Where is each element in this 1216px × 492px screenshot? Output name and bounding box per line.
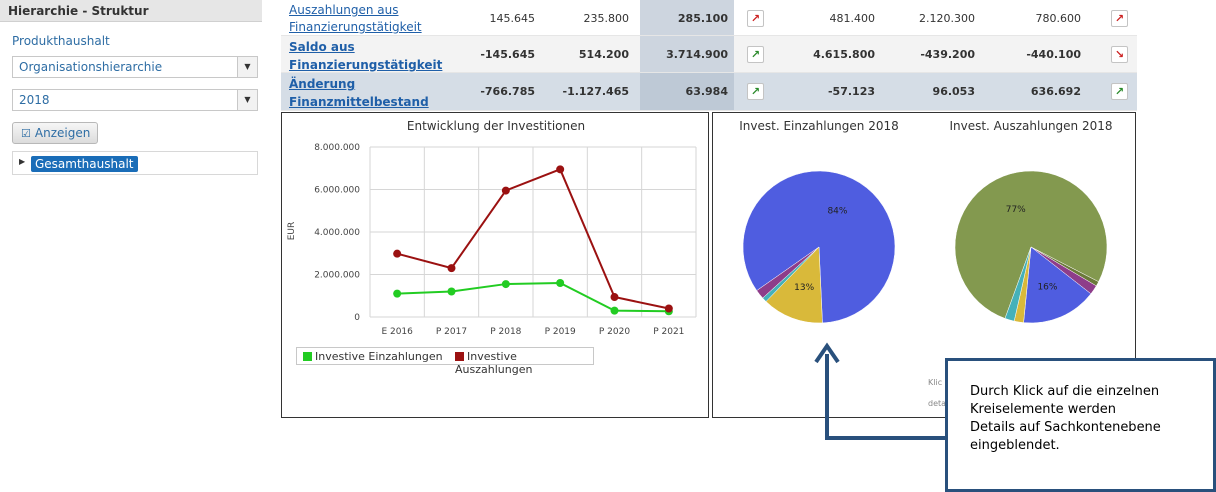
help-callout: Durch Klick auf die einzelnen Kreiseleme…: [945, 358, 1216, 492]
callout-line: Details auf Sachkontenebene: [970, 420, 1161, 435]
callout-arrow-line: [825, 354, 945, 440]
callout-line: Durch Klick auf die einzelnen: [970, 384, 1160, 399]
callout-line: Kreiselemente werden: [970, 402, 1116, 417]
callout-line: eingeblendet.: [970, 438, 1060, 453]
